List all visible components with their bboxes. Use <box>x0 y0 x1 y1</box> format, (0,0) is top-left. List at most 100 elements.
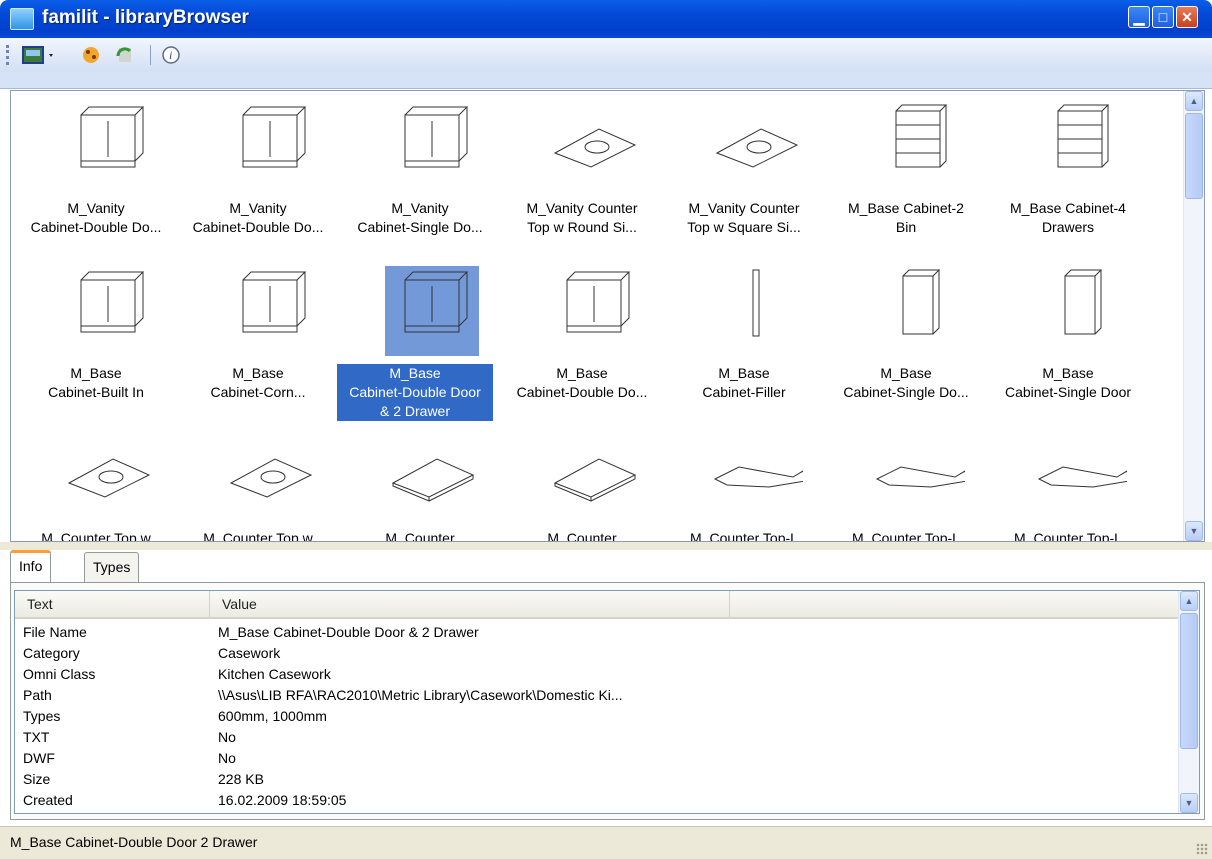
image-menu-button[interactable] <box>22 44 58 66</box>
resize-grip[interactable] <box>1196 843 1208 855</box>
scroll-thumb[interactable] <box>1185 113 1203 199</box>
gallery-item-label: M_Counter Top w Sink Hole <box>41 530 151 542</box>
row-value: \\Asus\LIB RFA\RAC2010\Metric Library\Ca… <box>218 687 623 703</box>
gallery-item[interactable]: M_Counter Top-L Shaped Corner <box>663 425 825 542</box>
scroll-down-button[interactable]: ▼ <box>1185 521 1203 541</box>
info-scroll-down-button[interactable]: ▼ <box>1180 793 1198 813</box>
list-row[interactable]: Path \\Asus\LIB RFA\RAC2010\Metric Librar… <box>15 686 1181 704</box>
gallery-item[interactable]: M_Base Cabinet-4 Drawers <box>987 95 1149 245</box>
row-key: DWF <box>23 750 55 766</box>
row-value: 16.02.2009 18:59:05 <box>218 792 347 808</box>
refresh-button[interactable] <box>114 44 136 66</box>
info-scroll-up-button[interactable]: ▲ <box>1180 591 1198 611</box>
minimize-icon: ▁ <box>1133 8 1145 25</box>
close-button[interactable]: ✕ <box>1176 6 1198 28</box>
base-cabinet-4-drawers-icon <box>1033 101 1127 191</box>
row-value: Casework <box>218 645 281 661</box>
row-value: No <box>218 750 236 766</box>
gallery-item-label: M_Vanity Cabinet-Double Do... <box>192 200 324 235</box>
column-header-value[interactable]: Value <box>210 591 730 617</box>
info-icon: i <box>162 46 180 64</box>
splitter[interactable] <box>0 542 1212 550</box>
counter-top-l-sink-2-icon <box>1033 431 1127 521</box>
list-row[interactable]: Types 600mm, 1000mm <box>15 707 1181 725</box>
list-header: Text Value <box>15 591 1181 619</box>
tab-info[interactable]: Info <box>10 550 52 582</box>
toolbar: i <box>0 38 1212 89</box>
gallery-item-label: M_Counter Top w Sink <box>203 530 313 542</box>
info-scroll-thumb[interactable] <box>1180 613 1198 749</box>
image-menu-icon <box>22 46 53 64</box>
maximize-button[interactable]: □ <box>1152 6 1174 28</box>
row-key: TXT <box>23 729 50 745</box>
column-header-text[interactable]: Text <box>15 591 210 617</box>
status-text: M_Base Cabinet-Double Door 2 Drawer <box>10 834 258 850</box>
gallery-item-label: M_Base Cabinet-Filler <box>702 365 786 400</box>
tab-types-txt[interactable]: Types TXT <box>84 552 140 603</box>
gallery-item[interactable]: M_Vanity Counter Top w Round Si... <box>501 95 663 245</box>
info-button[interactable]: i <box>160 44 182 66</box>
gallery-item[interactable]: M_Base Cabinet-Corn... <box>177 260 339 410</box>
minimize-button[interactable]: ▁ <box>1128 6 1150 28</box>
gallery-item[interactable]: M_Base Cabinet-Double Door & 2 Drawer <box>337 260 501 421</box>
gallery-item[interactable]: M_Base Cabinet-2 Bin <box>825 95 987 245</box>
gallery-item-label: M_Base Cabinet-Single Do... <box>843 365 969 400</box>
gallery-item-label: M_Base Cabinet-Double Door & 2 Drawer <box>337 364 493 421</box>
close-icon: ✕ <box>1181 8 1193 25</box>
family-gallery[interactable]: M_Vanity Cabinet-Double Do... M_Vanity Ca… <box>10 90 1205 542</box>
gallery-item-label: M_Counter Top-L Shaped Corner <box>690 530 798 542</box>
list-row[interactable]: File Name M_Base Cabinet-Double Door & 2 … <box>15 623 1181 641</box>
gallery-scrollbar[interactable]: ▲ ▼ <box>1183 91 1204 541</box>
counter-top-l-icon <box>709 431 803 521</box>
gallery-item[interactable]: M_Counter Top-Island <box>501 425 663 542</box>
base-cabinet-single-door-2-icon <box>1033 266 1127 356</box>
list-row[interactable]: Created 16.02.2009 18:59:05 <box>15 791 1181 809</box>
gallery-item[interactable]: M_Counter Top-L Shaped w Sink Hole <box>825 425 987 541</box>
gallery-item[interactable]: M_Base Cabinet-Filler <box>663 260 825 410</box>
cookie-button[interactable] <box>80 44 102 66</box>
row-value: Kitchen Casework <box>218 666 331 682</box>
scroll-up-button[interactable]: ▲ <box>1185 91 1203 111</box>
base-cabinet-double-door-2-drawer-icon <box>385 266 479 356</box>
gallery-item[interactable]: M_Base Cabinet-Single Do... <box>825 260 987 410</box>
gallery-item[interactable]: M_Counter Top-Island w Sink <box>339 425 501 542</box>
toolbar-separator <box>150 45 151 65</box>
gallery-item-label: M_Base Cabinet-Double Do... <box>516 365 648 400</box>
base-cabinet-filler-icon <box>709 266 803 356</box>
list-row[interactable]: TXT No <box>15 728 1181 746</box>
info-list[interactable]: Text Value File Name M_Base Cabinet-Doubl… <box>14 590 1200 814</box>
gallery-item[interactable]: M_Vanity Cabinet-Double Do... <box>177 95 339 245</box>
info-scrollbar[interactable]: ▲ ▼ <box>1178 591 1199 813</box>
list-row[interactable]: Category Casework <box>15 644 1181 662</box>
gallery-item-label: M_Counter Top-Island w Sink <box>385 530 455 542</box>
counter-top-sink-2-icon <box>223 431 317 521</box>
gallery-item[interactable]: M_Counter Top w Sink <box>177 425 339 542</box>
list-row[interactable]: Size 228 KB <box>15 770 1181 788</box>
gallery-item[interactable]: M_Base Cabinet-Single Door <box>987 260 1149 410</box>
list-row[interactable]: Omni Class Kitchen Casework <box>15 665 1181 683</box>
title-bar[interactable]: familit - libraryBrowser ▁ □ ✕ <box>0 0 1212 38</box>
gallery-item-label: M_Base Cabinet-Built In <box>48 365 144 400</box>
row-value: 228 KB <box>218 771 264 787</box>
gallery-item[interactable]: M_Base Cabinet-Double Do... <box>501 260 663 410</box>
row-value: No <box>218 729 236 745</box>
countertop-round-sink-icon <box>547 101 641 191</box>
gallery-item[interactable]: M_Vanity Cabinet-Double Do... <box>15 95 177 245</box>
vanity-single-icon <box>385 101 479 191</box>
window-title: familit - libraryBrowser <box>42 7 249 28</box>
gallery-item[interactable]: M_Counter Top w Sink Hole <box>15 425 177 542</box>
row-key: Path <box>23 687 52 703</box>
row-value: M_Base Cabinet-Double Door & 2 Drawer <box>218 624 479 640</box>
gallery-item-label: M_Base Cabinet-2 Bin <box>848 200 964 235</box>
gallery-item-label: M_Vanity Counter Top w Round Si... <box>526 200 638 235</box>
row-key: Created <box>23 792 73 808</box>
gallery-item[interactable]: M_Base Cabinet-Built In <box>15 260 177 410</box>
gallery-item[interactable]: M_Counter Top-L Shaped w Sink Hole <box>987 425 1149 541</box>
base-cabinet-built-in-icon <box>61 266 155 356</box>
counter-top-island-icon <box>547 431 641 521</box>
gallery-item[interactable]: M_Vanity Counter Top w Square Si... <box>663 95 825 245</box>
gallery-item[interactable]: M_Vanity Cabinet-Single Do... <box>339 95 501 245</box>
list-row[interactable]: DWF No <box>15 749 1181 767</box>
toolbar-grip[interactable] <box>6 45 12 65</box>
gallery-item-label: M_Counter Top-Island <box>547 530 617 542</box>
